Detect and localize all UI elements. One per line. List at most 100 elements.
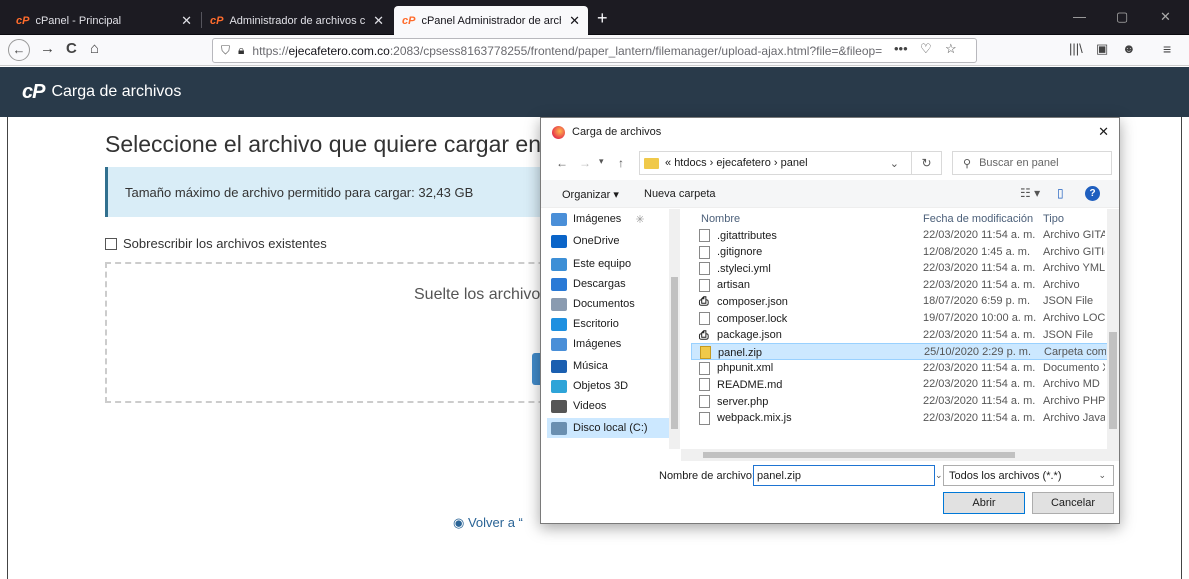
file-row[interactable]: webpack.mix.js 22/03/2020 11:54 a. m. Arch…	[691, 410, 1111, 427]
overwrite-checkbox[interactable]	[105, 237, 117, 250]
cpanel-favicon-icon: cP	[210, 14, 224, 27]
reader-view-icon[interactable]: ▣	[1096, 41, 1108, 57]
search-input[interactable]: ⚲ Buscar en panel	[952, 151, 1112, 175]
forward-icon[interactable]: →	[40, 40, 55, 57]
nav-item[interactable]: Disco local (C:)	[547, 418, 669, 438]
nav-item[interactable]: Este equipo	[551, 254, 679, 274]
dialog-nav-row: ← → ▾ ↑ « htdocs › ejecafetero › panel ⌄…	[541, 146, 1119, 180]
new-folder-button[interactable]: Nueva carpeta	[644, 188, 716, 200]
file-row[interactable]: panel.zip 25/10/2020 2:29 p. m. Carpeta co…	[691, 343, 1111, 361]
lock-icon[interactable]: 🔒︎	[238, 43, 244, 58]
file-row[interactable]: composer.lock 19/07/2020 10:00 a. m. Archi…	[691, 310, 1111, 327]
breadcrumb-ejecafetero[interactable]: ejecafetero	[716, 157, 770, 169]
overwrite-option[interactable]: Sobrescribir los archivos existentes	[105, 236, 327, 251]
filename-input[interactable]: panel.zip	[753, 465, 935, 486]
horizontal-scrollbar-thumb[interactable]	[703, 452, 1015, 458]
tab-close-icon[interactable]: ✕	[181, 13, 192, 29]
filename-dropdown-icon[interactable]: ⌄	[935, 465, 943, 486]
window-close-icon[interactable]: ✕	[1160, 9, 1171, 25]
minimize-icon[interactable]: —	[1073, 9, 1086, 24]
breadcrumb-separator[interactable]: ›	[774, 157, 778, 169]
file-date: 22/03/2020 11:54 a. m.	[923, 378, 1036, 391]
breadcrumb-panel[interactable]: panel	[781, 157, 808, 169]
nav-item[interactable]: Videos	[551, 396, 679, 416]
nav-item[interactable]: Escritorio	[551, 314, 679, 334]
cpanel-logo-icon[interactable]: cP	[22, 81, 45, 104]
file-row[interactable]: README.md 22/03/2020 11:54 a. m. Archivo M…	[691, 376, 1111, 393]
nav-scrollbar[interactable]	[669, 209, 680, 449]
breadcrumb-overflow[interactable]: «	[665, 157, 671, 169]
file-name-cell: .styleci.yml	[699, 262, 771, 276]
file-row[interactable]: ⎙ composer.json 18/07/2020 6:59 p. m. JSON …	[691, 293, 1111, 310]
forward-icon[interactable]: →	[579, 156, 591, 170]
file-row[interactable]: .gitignore 12/08/2020 1:45 a. m. Archivo G…	[691, 244, 1111, 261]
column-header-date[interactable]: Fecha de modificación	[923, 213, 1033, 225]
tab-file-upload[interactable]: cP cPanel Administrador de archi ✕	[394, 6, 588, 35]
account-icon[interactable]: ☻	[1122, 41, 1136, 56]
file-name-cell: README.md	[699, 378, 782, 392]
bookmark-star-icon[interactable]: ☆	[942, 41, 960, 57]
column-header-type[interactable]: Tipo	[1043, 213, 1064, 225]
file-icon	[699, 262, 710, 276]
new-tab-button[interactable]: +	[597, 8, 608, 29]
back-icon[interactable]: ←	[8, 39, 30, 61]
pocket-icon[interactable]: ♡	[917, 41, 935, 57]
file-row[interactable]: server.php 22/03/2020 11:54 a. m. Archivo …	[691, 393, 1111, 410]
drop-zone[interactable]	[105, 262, 605, 403]
file-type: Archivo GITA	[1043, 229, 1105, 241]
dialog-close-icon[interactable]: ✕	[1098, 124, 1109, 140]
nav-item[interactable]: OneDrive	[551, 231, 679, 251]
help-icon[interactable]: ?	[1085, 186, 1100, 201]
dialog-titlebar[interactable]: Carga de archivos ✕	[541, 118, 1119, 146]
view-options-icon[interactable]: ☷ ▾	[1020, 186, 1040, 200]
file-name: webpack.mix.js	[717, 412, 792, 425]
menu-icon[interactable]: ≡	[1163, 41, 1171, 57]
address-bar[interactable]: « htdocs › ejecafetero › panel ⌄	[639, 151, 912, 175]
nav-item[interactable]: Descargas	[551, 274, 679, 294]
back-link[interactable]: ◉ Volver a “	[453, 515, 523, 531]
file-row[interactable]: ⎙ package.json 22/03/2020 11:54 a. m. JSON …	[691, 327, 1111, 344]
file-row[interactable]: artisan 22/03/2020 11:54 a. m. Archivo	[691, 277, 1111, 294]
recent-locations-icon[interactable]: ▾	[599, 156, 604, 167]
pin-icon[interactable]: ✳	[635, 213, 644, 226]
url-domain: ejecafetero.com.co	[288, 43, 390, 58]
organize-menu[interactable]: Organizar ▾	[562, 188, 619, 201]
nav-item[interactable]: Imágenes ✳	[551, 209, 679, 229]
home-icon[interactable]: ⌂	[90, 40, 99, 57]
breadcrumb-htdocs[interactable]: htdocs	[674, 157, 706, 169]
refresh-icon[interactable]: ↻	[912, 151, 942, 175]
breadcrumb-separator[interactable]: ›	[710, 157, 714, 169]
file-icon	[699, 229, 710, 242]
tab-file-manager[interactable]: cP Administrador de archivos cPa ✕	[202, 6, 392, 35]
file-row[interactable]: .gitattributes 22/03/2020 11:54 a. m. Arch…	[691, 227, 1111, 244]
open-button[interactable]: Abrir	[943, 492, 1025, 514]
tab-close-icon[interactable]: ✕	[569, 13, 580, 29]
nav-item[interactable]: Música	[551, 356, 679, 376]
nav-item[interactable]: Documentos	[551, 294, 679, 314]
cancel-button[interactable]: Cancelar	[1032, 492, 1114, 514]
reload-icon[interactable]: C	[66, 40, 77, 57]
page-actions-icon[interactable]: •••	[891, 41, 911, 56]
tab-cpanel-principal[interactable]: cP cPanel - Principal ✕	[8, 6, 200, 35]
preview-pane-icon[interactable]: ▯	[1057, 186, 1064, 200]
maximize-icon[interactable]: ▢	[1116, 9, 1128, 25]
back-icon[interactable]: ←	[556, 156, 568, 170]
file-row[interactable]: phpunit.xml 22/03/2020 11:54 a. m. Documen…	[691, 360, 1111, 377]
column-header-name[interactable]: Nombre	[701, 213, 740, 225]
file-name-cell: .gitattributes	[699, 229, 777, 242]
nav-scrollbar-thumb[interactable]	[671, 277, 678, 429]
nav-item[interactable]: Imágenes	[551, 334, 679, 354]
file-row[interactable]: .styleci.yml 22/03/2020 11:54 a. m. Archiv…	[691, 260, 1111, 277]
file-scrollbar[interactable]	[1107, 209, 1119, 449]
up-icon[interactable]: ↑	[618, 156, 624, 170]
shield-icon[interactable]: ⛉	[221, 43, 230, 58]
tab-close-icon[interactable]: ✕	[373, 13, 384, 29]
music-icon	[551, 359, 567, 373]
url-bar[interactable]: ⛉ 🔒︎ https://ejecafetero.com.co:2083/cps…	[212, 38, 977, 63]
file-name: .styleci.yml	[717, 262, 771, 275]
address-dropdown-icon[interactable]: ⌄	[890, 157, 899, 170]
library-icon[interactable]: |||\	[1069, 41, 1083, 56]
nav-item[interactable]: Objetos 3D	[551, 376, 679, 396]
filetype-select[interactable]: Todos los archivos (*.*) ⌄	[943, 465, 1114, 486]
file-scrollbar-thumb[interactable]	[1109, 332, 1117, 429]
